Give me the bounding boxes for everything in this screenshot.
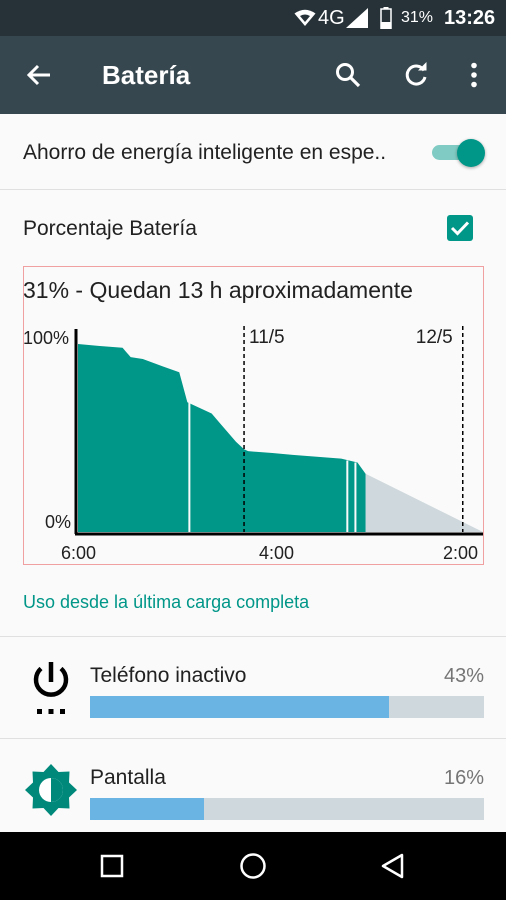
wifi-icon: [294, 9, 316, 26]
search-icon: [336, 63, 361, 88]
battery: [380, 0, 392, 36]
smart-saving-label: Ahorro de energía inteligente en espe..: [23, 141, 387, 164]
battery-percentage-label: Porcentaje Batería: [23, 217, 197, 240]
clock: 13:26: [444, 6, 496, 29]
usage-progress-bar: [90, 798, 484, 820]
search-button[interactable]: [324, 51, 372, 99]
usage-label: Teléfono inactivo: [90, 664, 247, 687]
usage-progress-fill: [90, 798, 205, 820]
usage-percent: 43%: [443, 665, 484, 687]
network-indicator: 4G: [294, 0, 345, 36]
x-tick-label: 2:00: [443, 543, 478, 563]
usage-progress-bar: [90, 696, 484, 718]
toggle-thumb: [457, 139, 485, 167]
navigation-bar: [0, 832, 506, 900]
usage-section-title[interactable]: Uso desde la última carga completa: [23, 592, 309, 613]
back-arrow-icon: [26, 64, 50, 86]
refresh-icon: [405, 62, 427, 86]
check-icon: [450, 221, 470, 236]
back-nav-button[interactable]: [369, 842, 417, 890]
network-type: 4G: [318, 6, 345, 29]
battery-percentage-checkbox[interactable]: [447, 215, 473, 241]
usage-percent: 16%: [443, 767, 484, 789]
more-options-button[interactable]: [450, 51, 498, 99]
home-button[interactable]: [229, 842, 277, 890]
chart-series-area: [78, 344, 366, 532]
cell-signal-icon: [346, 8, 368, 28]
power-icon: [23, 660, 79, 716]
more-vert-icon: [471, 62, 477, 88]
smart-saving-toggle[interactable]: [430, 139, 486, 167]
battery-chart-svg: 100% 0% 6:00 4:00 2:00 11/5 12/5: [23, 326, 483, 563]
y-tick-label: 0%: [45, 512, 71, 532]
status-bar: 4G 31% 13:26: [0, 0, 506, 36]
usage-progress-fill: [90, 696, 390, 718]
back-triangle-icon: [381, 853, 404, 879]
cell-signal: [346, 0, 368, 36]
recents-square-icon: [100, 854, 124, 878]
page-title: Batería: [102, 60, 191, 90]
y-tick-label: 100%: [23, 328, 69, 348]
battery-percent: 31%: [401, 9, 434, 26]
recents-button[interactable]: [88, 842, 136, 890]
brightness-icon: [23, 762, 79, 818]
x-tick-label: 4:00: [259, 543, 294, 563]
chart-projection-area: [365, 473, 483, 532]
date-marker-label: 12/5: [416, 327, 453, 348]
x-tick-label: 6:00: [61, 543, 96, 563]
refresh-button[interactable]: [392, 51, 440, 99]
date-marker-label: 11/5: [249, 327, 285, 348]
app-bar: Batería: [0, 36, 506, 114]
back-button[interactable]: [15, 51, 63, 99]
usage-label: Pantalla: [90, 766, 166, 789]
home-circle-icon: [240, 853, 266, 879]
battery-icon: [380, 7, 392, 29]
